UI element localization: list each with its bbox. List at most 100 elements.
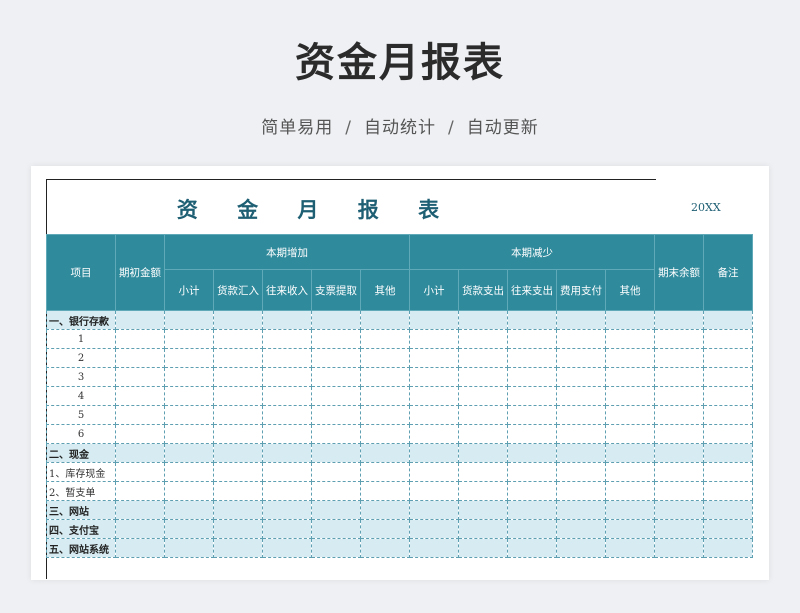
- table-cell[interactable]: [164, 386, 214, 406]
- table-cell[interactable]: [605, 310, 656, 330]
- table-cell[interactable]: [458, 310, 509, 330]
- table-cell[interactable]: [359, 481, 411, 501]
- table-cell[interactable]: [507, 310, 558, 330]
- table-cell[interactable]: [164, 481, 214, 501]
- table-cell[interactable]: [213, 538, 263, 558]
- table-cell[interactable]: [605, 538, 656, 558]
- table-cell[interactable]: [605, 424, 656, 444]
- table-cell[interactable]: [311, 500, 361, 520]
- table-cell[interactable]: [507, 500, 558, 520]
- table-cell[interactable]: [409, 500, 460, 520]
- table-cell[interactable]: [507, 329, 558, 349]
- table-cell[interactable]: [703, 519, 754, 539]
- table-cell[interactable]: [262, 500, 312, 520]
- table-cell[interactable]: [654, 405, 705, 425]
- table-cell[interactable]: [556, 519, 607, 539]
- table-cell[interactable]: [507, 348, 558, 368]
- table-cell[interactable]: [654, 500, 705, 520]
- table-cell[interactable]: [703, 481, 754, 501]
- table-cell[interactable]: [213, 462, 263, 482]
- table-cell[interactable]: [703, 500, 754, 520]
- table-cell[interactable]: [262, 462, 312, 482]
- table-cell[interactable]: [213, 348, 263, 368]
- table-cell[interactable]: [654, 424, 705, 444]
- table-cell[interactable]: [409, 405, 460, 425]
- table-cell[interactable]: [556, 424, 607, 444]
- table-cell[interactable]: [262, 481, 312, 501]
- table-cell[interactable]: [213, 367, 263, 387]
- table-cell[interactable]: [507, 481, 558, 501]
- table-cell[interactable]: [458, 367, 509, 387]
- table-cell[interactable]: [458, 424, 509, 444]
- table-cell[interactable]: [556, 462, 607, 482]
- table-cell[interactable]: [703, 348, 754, 368]
- table-cell[interactable]: [605, 329, 656, 349]
- table-cell[interactable]: [605, 443, 656, 463]
- table-cell[interactable]: [556, 500, 607, 520]
- table-cell[interactable]: [164, 405, 214, 425]
- table-cell[interactable]: [359, 443, 411, 463]
- table-cell[interactable]: [213, 405, 263, 425]
- table-cell[interactable]: [311, 481, 361, 501]
- table-cell[interactable]: [605, 481, 656, 501]
- table-cell[interactable]: [164, 424, 214, 444]
- table-cell[interactable]: [115, 424, 165, 444]
- table-cell[interactable]: [359, 519, 411, 539]
- table-cell[interactable]: [262, 367, 312, 387]
- table-cell[interactable]: [164, 443, 214, 463]
- table-cell[interactable]: [458, 405, 509, 425]
- table-cell[interactable]: [262, 424, 312, 444]
- table-cell[interactable]: [311, 424, 361, 444]
- table-cell[interactable]: [507, 538, 558, 558]
- table-cell[interactable]: [556, 481, 607, 501]
- table-cell[interactable]: [311, 443, 361, 463]
- table-cell[interactable]: [213, 519, 263, 539]
- table-cell[interactable]: [458, 462, 509, 482]
- table-cell[interactable]: [654, 329, 705, 349]
- table-cell[interactable]: [164, 329, 214, 349]
- table-cell[interactable]: [703, 367, 754, 387]
- table-cell[interactable]: [703, 462, 754, 482]
- table-cell[interactable]: [311, 367, 361, 387]
- table-cell[interactable]: [409, 443, 460, 463]
- table-cell[interactable]: [458, 481, 509, 501]
- table-cell[interactable]: [311, 405, 361, 425]
- table-cell[interactable]: [115, 462, 165, 482]
- table-cell[interactable]: [703, 538, 754, 558]
- table-cell[interactable]: [115, 443, 165, 463]
- table-cell[interactable]: [164, 500, 214, 520]
- table-cell[interactable]: [409, 424, 460, 444]
- table-cell[interactable]: [115, 310, 165, 330]
- table-cell[interactable]: [458, 348, 509, 368]
- table-cell[interactable]: [213, 424, 263, 444]
- table-cell[interactable]: [654, 367, 705, 387]
- table-cell[interactable]: [703, 443, 754, 463]
- table-cell[interactable]: [556, 405, 607, 425]
- table-cell[interactable]: [409, 310, 460, 330]
- table-cell[interactable]: [409, 329, 460, 349]
- table-cell[interactable]: [556, 538, 607, 558]
- table-cell[interactable]: [605, 462, 656, 482]
- table-cell[interactable]: [311, 538, 361, 558]
- table-cell[interactable]: [311, 329, 361, 349]
- table-cell[interactable]: [115, 348, 165, 368]
- table-cell[interactable]: [654, 519, 705, 539]
- table-cell[interactable]: [359, 500, 411, 520]
- table-cell[interactable]: [115, 367, 165, 387]
- table-cell[interactable]: [359, 329, 411, 349]
- table-cell[interactable]: [703, 329, 754, 349]
- table-cell[interactable]: [115, 386, 165, 406]
- table-cell[interactable]: [556, 443, 607, 463]
- table-cell[interactable]: [654, 538, 705, 558]
- table-cell[interactable]: [262, 310, 312, 330]
- table-cell[interactable]: [359, 424, 411, 444]
- table-cell[interactable]: [164, 519, 214, 539]
- table-cell[interactable]: [409, 538, 460, 558]
- table-cell[interactable]: [213, 481, 263, 501]
- table-cell[interactable]: [359, 405, 411, 425]
- table-cell[interactable]: [605, 386, 656, 406]
- table-cell[interactable]: [654, 348, 705, 368]
- table-cell[interactable]: [262, 519, 312, 539]
- table-cell[interactable]: [262, 329, 312, 349]
- table-cell[interactable]: [115, 519, 165, 539]
